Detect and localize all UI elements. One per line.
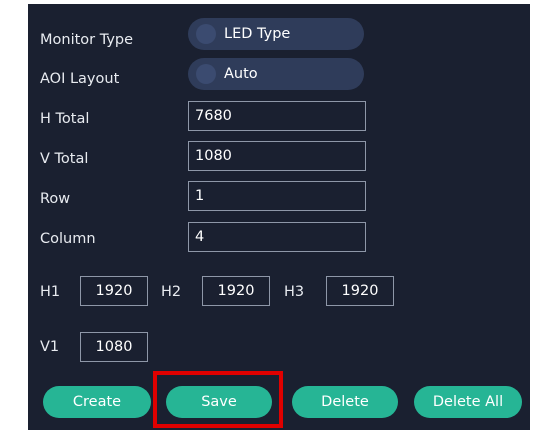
monitor-type-label: Monitor Type xyxy=(40,32,134,48)
toggle-knob-icon xyxy=(196,64,216,84)
v1-input[interactable]: 1080 xyxy=(80,332,148,362)
row-label: Row xyxy=(40,191,71,207)
monitor-type-value: LED Type xyxy=(224,26,291,42)
h2-label: H2 xyxy=(161,284,182,300)
v-total-label: V Total xyxy=(40,151,89,167)
column-label: Column xyxy=(40,231,96,247)
h1-label: H1 xyxy=(40,284,61,300)
delete-button[interactable]: Delete xyxy=(292,386,398,418)
h2-input[interactable]: 1920 xyxy=(202,276,270,306)
aoi-layout-value: Auto xyxy=(224,66,258,82)
v1-label: V1 xyxy=(40,339,60,355)
save-highlight-box xyxy=(153,371,283,428)
toggle-knob-icon xyxy=(196,24,216,44)
h-total-label: H Total xyxy=(40,111,90,127)
aoi-layout-label: AOI Layout xyxy=(40,71,120,87)
v-total-input[interactable]: 1080 xyxy=(188,141,366,171)
h3-input[interactable]: 1920 xyxy=(326,276,394,306)
monitor-type-select[interactable]: LED Type xyxy=(188,18,364,50)
h-total-input[interactable]: 7680 xyxy=(188,101,366,131)
delete-all-button[interactable]: Delete All xyxy=(414,386,522,418)
h3-label: H3 xyxy=(284,284,305,300)
create-button[interactable]: Create xyxy=(43,386,151,418)
h1-input[interactable]: 1920 xyxy=(80,276,148,306)
settings-panel: Monitor Type LED Type AOI Layout Auto H … xyxy=(28,4,530,430)
row-input[interactable]: 1 xyxy=(188,181,366,211)
column-input[interactable]: 4 xyxy=(188,222,366,252)
aoi-layout-select[interactable]: Auto xyxy=(188,58,364,90)
